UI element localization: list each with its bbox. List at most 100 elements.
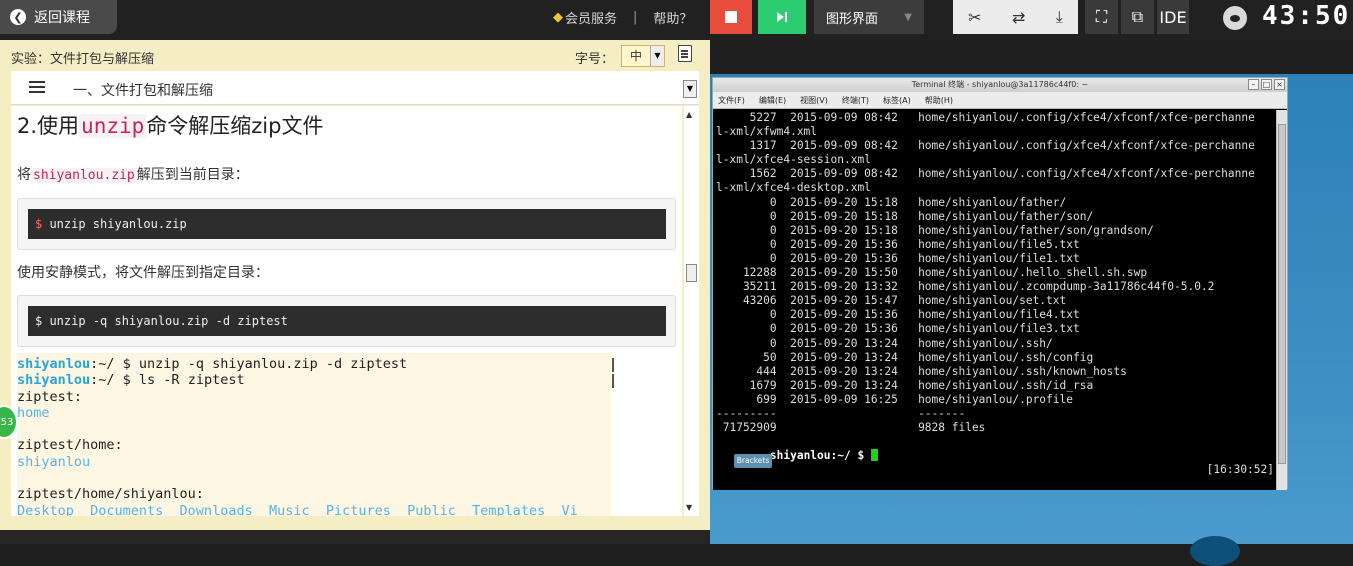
- back-to-course-button[interactable]: ❮ 返回课程: [0, 0, 117, 34]
- display-mode-label: 图形界面: [826, 11, 879, 27]
- stop-icon: [725, 11, 737, 23]
- section-heading: 2.使用unzip命令解压缩zip文件: [17, 110, 323, 140]
- vip-service-link[interactable]: 会员服务: [565, 8, 617, 27]
- terminal-line: l-xml/xfce4-session.xml: [716, 153, 871, 167]
- document-icon[interactable]: [678, 45, 692, 62]
- term-line: ziptest/home/shiyanlou:: [17, 486, 204, 503]
- play-button[interactable]: [758, 0, 806, 34]
- scroll-thumb[interactable]: [686, 264, 697, 282]
- menu-view[interactable]: 视图(V): [800, 92, 828, 108]
- terminal-scrollbar[interactable]: [1276, 110, 1287, 490]
- external-link-icon: ⧉: [1131, 7, 1144, 26]
- terminal-menubar: 文件(F) 编辑(E) 视图(V) 终端(T) 标签(A) 帮助(H): [713, 92, 1287, 109]
- terminal-line: 0 2015-09-20 15:18 home/shiyanlou/father…: [716, 195, 1067, 209]
- term-line: ziptest/home:: [17, 437, 123, 454]
- stop-button[interactable]: [710, 0, 752, 34]
- experiment-bar: 实验：文件打包与解压缩 字号： 中 ▼: [0, 40, 710, 70]
- ide-button[interactable]: IDE: [1157, 0, 1189, 34]
- terminal-titlebar[interactable]: Terminal 终端 - shiyanlou@3a11786c44f0: ~ …: [713, 78, 1287, 92]
- toc-bar[interactable]: 一、文件打包和解压缩 ▼: [11, 71, 699, 105]
- ide-label: IDE: [1159, 7, 1187, 27]
- close-icon[interactable]: ×: [1274, 79, 1285, 90]
- list-menu-icon[interactable]: [29, 81, 45, 93]
- terminal-line: l-xml/xfwm4.xml: [716, 125, 818, 139]
- download-icon[interactable]: ⤓: [1056, 7, 1063, 27]
- menu-terminal[interactable]: 终端(T): [842, 92, 869, 108]
- code-block-unzip-quiet: $ unzip -q shiyanlou.zip -d ziptest: [17, 295, 676, 347]
- terminal-output[interactable]: 5227 2015-09-09 08:42 home/shiyanlou/.co…: [713, 110, 1277, 490]
- diamond-icon: ◆: [553, 10, 563, 25]
- lesson-content: 2.使用unzip命令解压缩zip文件 将 shiyanlou.zip 解压到当前目…: [11, 106, 682, 516]
- top-links: ◆ 会员服务 | 帮助？: [553, 8, 692, 27]
- scroll-up-icon[interactable]: ▲: [686, 110, 692, 119]
- paragraph-quiet-mode: 使用安静模式，将文件解压到指定目录：: [17, 265, 269, 281]
- desktop-decoration: [1190, 536, 1240, 566]
- terminal-line: 43206 2015-09-20 15:47 home/shiyanlou/se…: [716, 294, 1067, 308]
- term-line: Desktop Documents Downloads Music Pictur…: [17, 502, 578, 516]
- minimize-icon[interactable]: –: [1248, 79, 1259, 90]
- p1-prefix: 将: [17, 167, 31, 183]
- terminal-line: 35211 2015-09-20 13:32 home/shiyanlou/.z…: [716, 280, 1215, 294]
- heading-suffix: 命令解压缩zip文件: [146, 114, 324, 138]
- switch-screen-icon[interactable]: ⇄: [1012, 8, 1025, 27]
- terminal-line: 1562 2015-09-09 08:42 home/shiyanlou/.co…: [716, 167, 1255, 181]
- divider: |: [633, 10, 638, 25]
- menu-tabs[interactable]: 标签(A): [883, 92, 911, 108]
- terminal-line: 0 2015-09-20 15:36 home/shiyanlou/file3.…: [716, 322, 1080, 336]
- terminal-clock: [16:30:52]: [1206, 463, 1274, 477]
- code1-command: unzip shiyanlou.zip: [42, 217, 187, 231]
- menu-file[interactable]: 文件(F): [718, 92, 745, 108]
- chevron-down-icon: ▼: [904, 11, 912, 23]
- help-link[interactable]: 帮助？: [653, 8, 692, 27]
- terminal-line: 12288 2015-09-20 15:50 home/shiyanlou/.h…: [716, 266, 1148, 280]
- menu-edit[interactable]: 编辑(E): [759, 92, 786, 108]
- chevron-down-icon[interactable]: ▼: [683, 80, 697, 98]
- terminal-line: 1679 2015-09-20 13:24 home/shiyanlou/.ss…: [716, 378, 1094, 392]
- open-external-button[interactable]: ⧉: [1121, 0, 1154, 34]
- cut-icon[interactable]: ✂: [968, 8, 981, 27]
- term-line: shiyanlou:~/ $ ls -R ziptest: [17, 372, 245, 389]
- code-line[interactable]: $ unzip -q shiyanlou.zip -d ziptest: [28, 306, 666, 336]
- scroll-thumb[interactable]: [1278, 124, 1286, 464]
- display-mode-dropdown[interactable]: 图形界面 ▼: [814, 0, 924, 34]
- code-block-unzip: $ unzip shiyanlou.zip: [17, 198, 676, 250]
- bottom-bar: [0, 530, 710, 544]
- eye-icon[interactable]: [1223, 6, 1247, 30]
- terminal-line: 0 2015-09-20 15:18 home/shiyanlou/father…: [716, 223, 1154, 237]
- experiment-title: 实验：文件打包与解压缩: [11, 52, 155, 67]
- terminal-line: 71752909 9828 files: [716, 421, 986, 435]
- top-bar: ❮ 返回课程 ◆ 会员服务 | 帮助？ 图形界面 ▼ ✂ ⇄ ⤓ ⛶ ⧉ IDE…: [0, 0, 1353, 40]
- terminal-line: l-xml/xfce4-desktop.xml: [716, 181, 871, 195]
- terminal-prompt: shiyanlou:~/ $: [769, 449, 871, 463]
- terminal-line: 0 2015-09-20 15:36 home/shiyanlou/file1.…: [716, 251, 1080, 265]
- term-line: home: [17, 404, 50, 421]
- back-arrow-icon: ❮: [10, 9, 26, 25]
- p1-code: shiyanlou.zip: [31, 168, 137, 183]
- code-line[interactable]: $ unzip shiyanlou.zip: [28, 209, 666, 239]
- font-size-select[interactable]: 中 ▼: [621, 45, 665, 67]
- term-line: ziptest:: [17, 388, 83, 405]
- p1-suffix: 解压到当前目录：: [136, 167, 249, 183]
- countdown-timer: 43:50: [1262, 1, 1351, 31]
- brackets-desktop-icon[interactable]: Brackets: [734, 454, 772, 468]
- terminal-title: Terminal 终端 - shiyanlou@3a11786c44f0: ~: [911, 80, 1089, 89]
- terminal-line: 444 2015-09-20 13:24 home/shiyanlou/.ssh…: [716, 364, 1127, 378]
- toc-section-title: 一、文件打包和解压缩: [73, 83, 213, 99]
- heading-code: unzip: [79, 114, 147, 138]
- terminal-cursor: [870, 449, 878, 462]
- terminal-window[interactable]: Terminal 终端 - shiyanlou@3a11786c44f0: ~ …: [712, 77, 1288, 490]
- terminal-line: 699 2015-09-09 16:25 home/shiyanlou/.pro…: [716, 392, 1073, 406]
- font-size-label: 字号：: [575, 52, 615, 67]
- terminal-line: 1317 2015-09-09 08:42 home/shiyanlou/.co…: [716, 139, 1255, 153]
- terminal-line: 50 2015-09-20 13:24 home/shiyanlou/.ssh/…: [716, 350, 1094, 364]
- fullscreen-button[interactable]: ⛶: [1085, 0, 1118, 34]
- scroll-down-icon[interactable]: ▼: [686, 503, 692, 512]
- course-panel: 实验：文件打包与解压缩 字号： 中 ▼ 一、文件打包和解压缩 ▼ 2.使用unz…: [0, 40, 710, 530]
- lesson-scrollbar[interactable]: ▲ ▼: [684, 106, 699, 516]
- terminal-line: 0 2015-09-20 15:18 home/shiyanlou/father…: [716, 209, 1094, 223]
- maximize-icon[interactable]: □: [1261, 79, 1272, 90]
- term-line: shiyanlou:~/ $ unzip -q shiyanlou.zip -d…: [17, 356, 408, 372]
- term-line: [17, 421, 611, 437]
- menu-help[interactable]: 帮助(H): [925, 92, 953, 108]
- font-size-value: 中: [629, 49, 642, 63]
